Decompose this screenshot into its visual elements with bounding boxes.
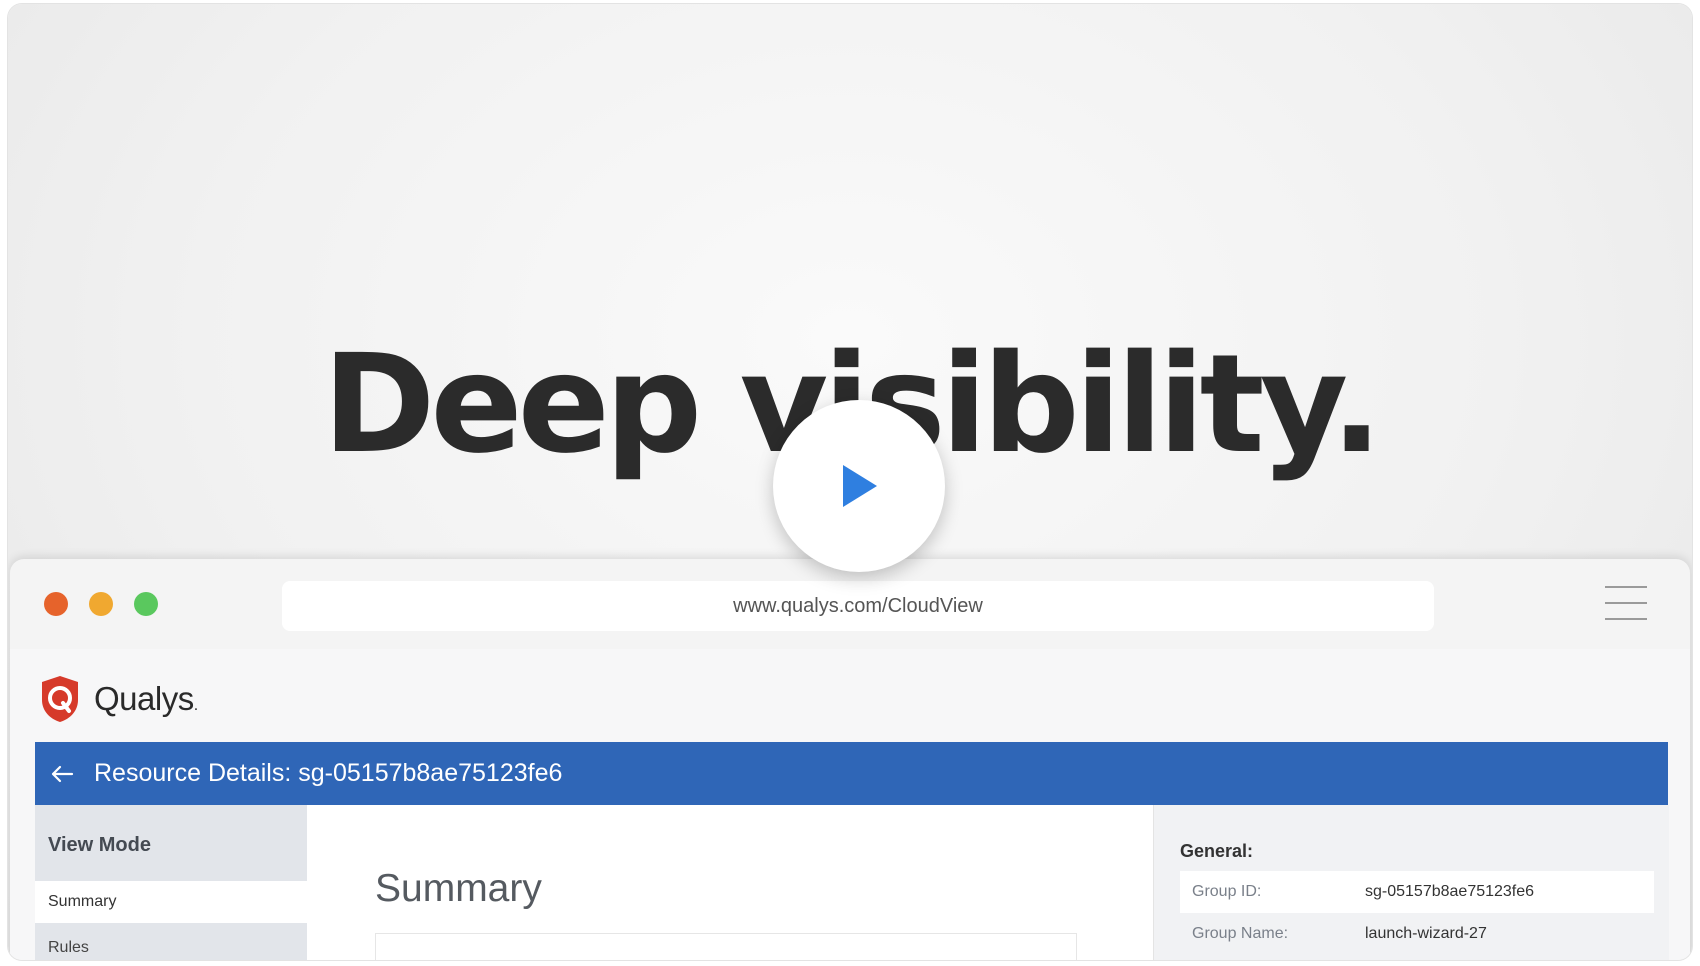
qualys-shield-icon [42,676,78,722]
window-zoom-dot[interactable] [134,592,158,616]
window-minimize-dot[interactable] [89,592,113,616]
resource-title: Resource Details: sg-05157b8ae75123fe6 [94,759,563,787]
detail-value: sg-05157b8ae75123fe6 [1365,883,1535,900]
back-arrow-icon[interactable] [50,760,78,788]
play-icon [843,465,877,507]
detail-row-group-id: Group ID: sg-05157b8ae75123fe6 [1180,871,1654,913]
address-bar[interactable]: www.qualys.com/CloudView [282,581,1434,631]
logo-wordmark: Qualys [94,680,194,717]
detail-value: launch-wizard-27 [1365,925,1487,942]
main-content: Summary [307,805,1153,960]
sidebar-item-summary[interactable]: Summary [35,881,307,923]
sidebar-item-rules[interactable]: Rules [35,923,307,960]
menu-icon[interactable] [1605,586,1647,622]
view-mode-sidebar: View Mode Summary Rules [35,805,307,960]
details-panel: General: Group ID: sg-05157b8ae75123fe6 … [1153,805,1669,960]
sidebar-heading: View Mode [48,834,151,856]
detail-label: Group ID: [1192,883,1262,900]
detail-row-group-name: Group Name: launch-wizard-27 [1180,913,1654,955]
page-title: Summary [375,867,542,910]
browser-window: www.qualys.com/CloudView Qualys. Resourc… [10,559,1690,960]
logo-dot: . [193,697,198,714]
resource-header: Resource Details: sg-05157b8ae75123fe6 [35,742,1668,805]
play-button[interactable] [773,400,945,572]
address-bar-url: www.qualys.com/CloudView [733,594,983,617]
qualys-logo[interactable]: Qualys. [38,674,198,724]
app-page: Qualys. Resource Details: sg-05157b8ae75… [10,649,1690,960]
summary-card [375,933,1077,960]
video-thumbnail: Deep visibility. www.qualys.com/CloudVie… [8,4,1692,960]
detail-label: Group Name: [1192,925,1289,942]
details-heading: General: [1180,841,1254,861]
window-close-dot[interactable] [44,592,68,616]
